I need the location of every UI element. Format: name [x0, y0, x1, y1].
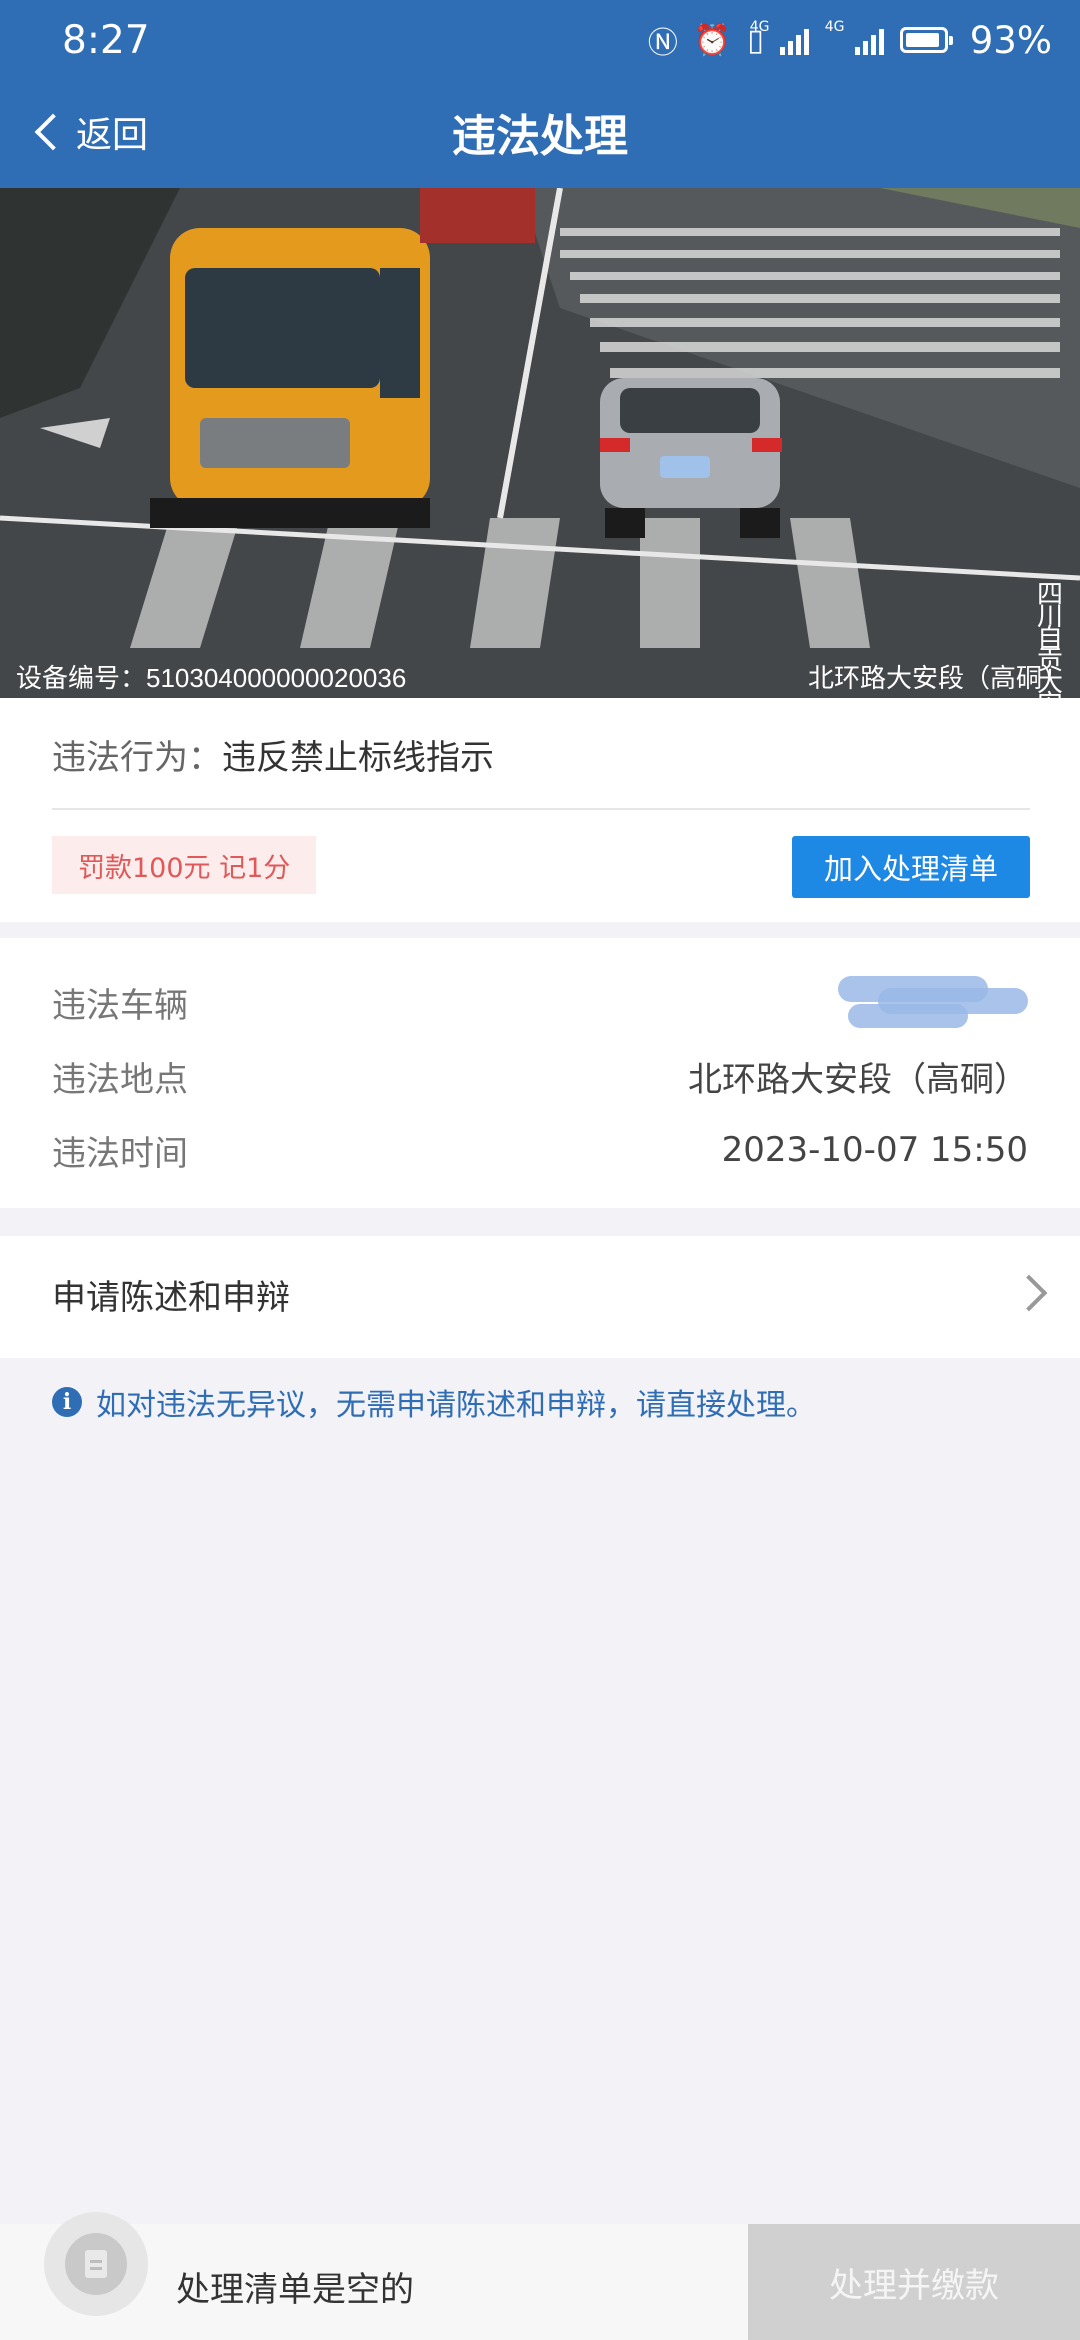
street-scene-image: [0, 188, 1080, 698]
info-icon: i: [52, 1387, 82, 1417]
top-bar: 8:27 Ⓝ ⏰ ▯ 4G 4G 93% 返回 违法处理: [0, 0, 1080, 188]
page-title: 违法处理: [452, 111, 628, 162]
license-plate-redacted: [838, 974, 1028, 1030]
info-notice: i 如对违法无异议，无需申请陈述和申辩，请直接处理。: [52, 1380, 816, 1424]
status-icons: Ⓝ ⏰ ▯ 4G 4G 93%: [648, 18, 1052, 62]
penalty-badge: 罚款100元 记1分: [52, 836, 317, 894]
process-list-status: 处理清单是空的: [176, 2270, 414, 2310]
device-id-caption: 设备编号：510304000000020036: [16, 663, 407, 693]
violation-behavior: 违法行为：违反禁止标线指示: [52, 738, 494, 778]
detail-row-vehicle: 违法车辆: [52, 974, 1028, 1030]
photo-location-caption: 北环路大安段（高硐）: [807, 663, 1068, 693]
signal-icon: 4G: [750, 19, 809, 55]
detail-row-location: 违法地点 北环路大安段（高硐）: [52, 1059, 1028, 1100]
divider: [52, 808, 1030, 810]
status-time: 8:27: [62, 18, 150, 63]
violation-photo[interactable]: 四川自贡大安 设备编号：510304000000020036 北环路大安段（高硐…: [0, 188, 1080, 698]
appeal-label: 申请陈述和申辩: [52, 1278, 290, 1318]
battery-percent: 93%: [969, 18, 1052, 62]
alarm-icon: ⏰: [693, 22, 732, 58]
battery-icon: [899, 27, 953, 53]
add-to-list-button[interactable]: 加入处理清单: [792, 836, 1030, 898]
nfc-icon: Ⓝ: [647, 26, 678, 61]
notice-text: 如对违法无异议，无需申请陈述和申辩，请直接处理。: [96, 1388, 816, 1423]
signal-icon: 4G: [825, 19, 884, 55]
process-list-icon[interactable]: [44, 2212, 148, 2316]
detail-row-time: 违法时间 2023-10-07 15:50: [52, 1130, 1028, 1174]
process-and-pay-button[interactable]: 处理并缴款: [748, 2224, 1080, 2340]
